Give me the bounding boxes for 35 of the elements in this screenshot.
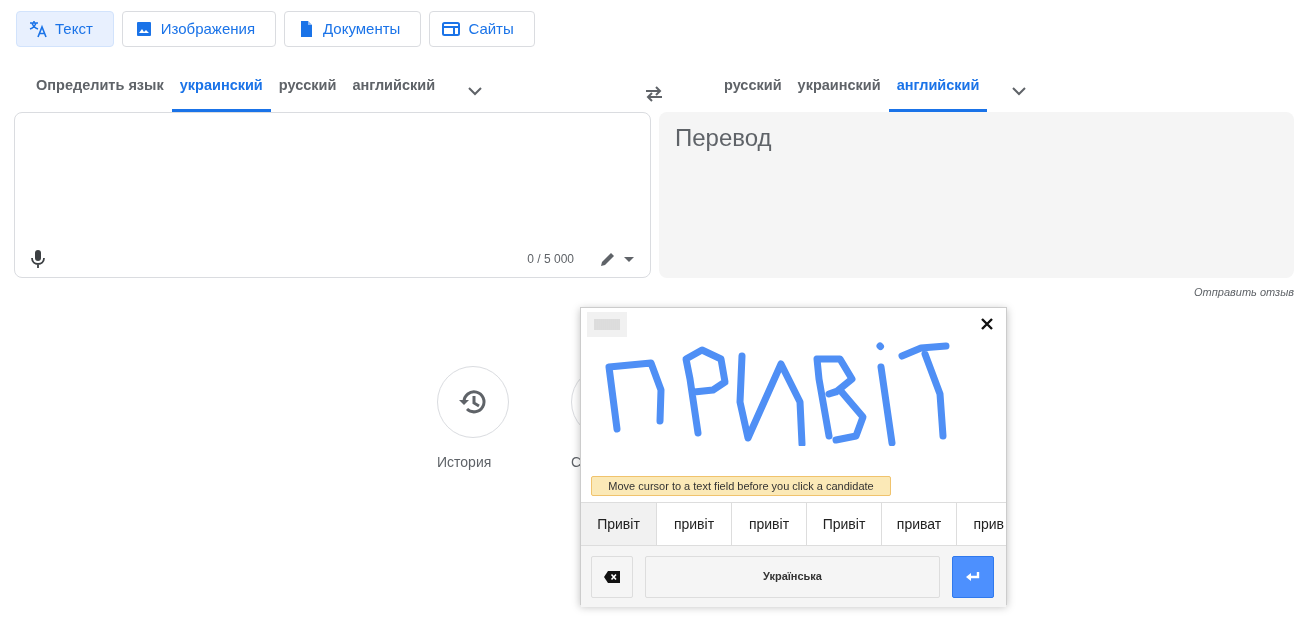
mode-tab[interactable]: Текст xyxy=(16,11,114,47)
website-icon xyxy=(442,20,461,38)
backspace-icon xyxy=(604,570,620,583)
enter-button[interactable] xyxy=(952,555,994,598)
chevron-down-icon[interactable] xyxy=(1011,86,1028,96)
mode-tab[interactable]: Изображения xyxy=(121,11,277,47)
caret-icon xyxy=(624,256,634,262)
translation-field[interactable]: Перевод xyxy=(659,112,1294,278)
pencil-icon xyxy=(600,251,616,267)
language-tab[interactable]: украинский xyxy=(171,62,271,112)
mode-tab[interactable]: Документы xyxy=(284,11,422,47)
pen-dropdown[interactable] xyxy=(600,251,634,267)
swap-icon[interactable] xyxy=(644,86,664,102)
hint-tooltip: Move cursor to a text field before you click a candidate xyxy=(591,476,891,496)
microphone-icon[interactable] xyxy=(31,249,45,269)
translate-icon xyxy=(29,20,47,38)
backspace-button[interactable] xyxy=(591,555,633,598)
close-icon[interactable] xyxy=(980,317,994,331)
enter-icon xyxy=(965,570,981,583)
mode-tab[interactable]: Сайты xyxy=(429,11,535,47)
source-text-area[interactable]: 0 / 5 000 xyxy=(14,112,651,278)
shortcut-label: История xyxy=(437,452,493,472)
chevron-down-icon[interactable] xyxy=(467,86,484,96)
shortcut-label: С xyxy=(571,452,583,472)
language-tab[interactable]: английский xyxy=(344,62,444,112)
character-counter: 0 / 5 000 xyxy=(527,251,574,268)
language-tab[interactable]: украинский xyxy=(789,62,889,112)
language-tab[interactable]: русский xyxy=(716,62,790,112)
candidate-word[interactable]: Привіт xyxy=(581,503,657,545)
language-tab[interactable]: Определить язык xyxy=(28,62,172,112)
image-icon xyxy=(134,20,153,38)
language-tab[interactable]: русский xyxy=(270,62,345,112)
language-button[interactable]: Українська xyxy=(645,555,940,598)
feedback-link[interactable]: Отправить отзыв xyxy=(1194,284,1294,301)
drag-handle-icon[interactable] xyxy=(587,312,627,337)
